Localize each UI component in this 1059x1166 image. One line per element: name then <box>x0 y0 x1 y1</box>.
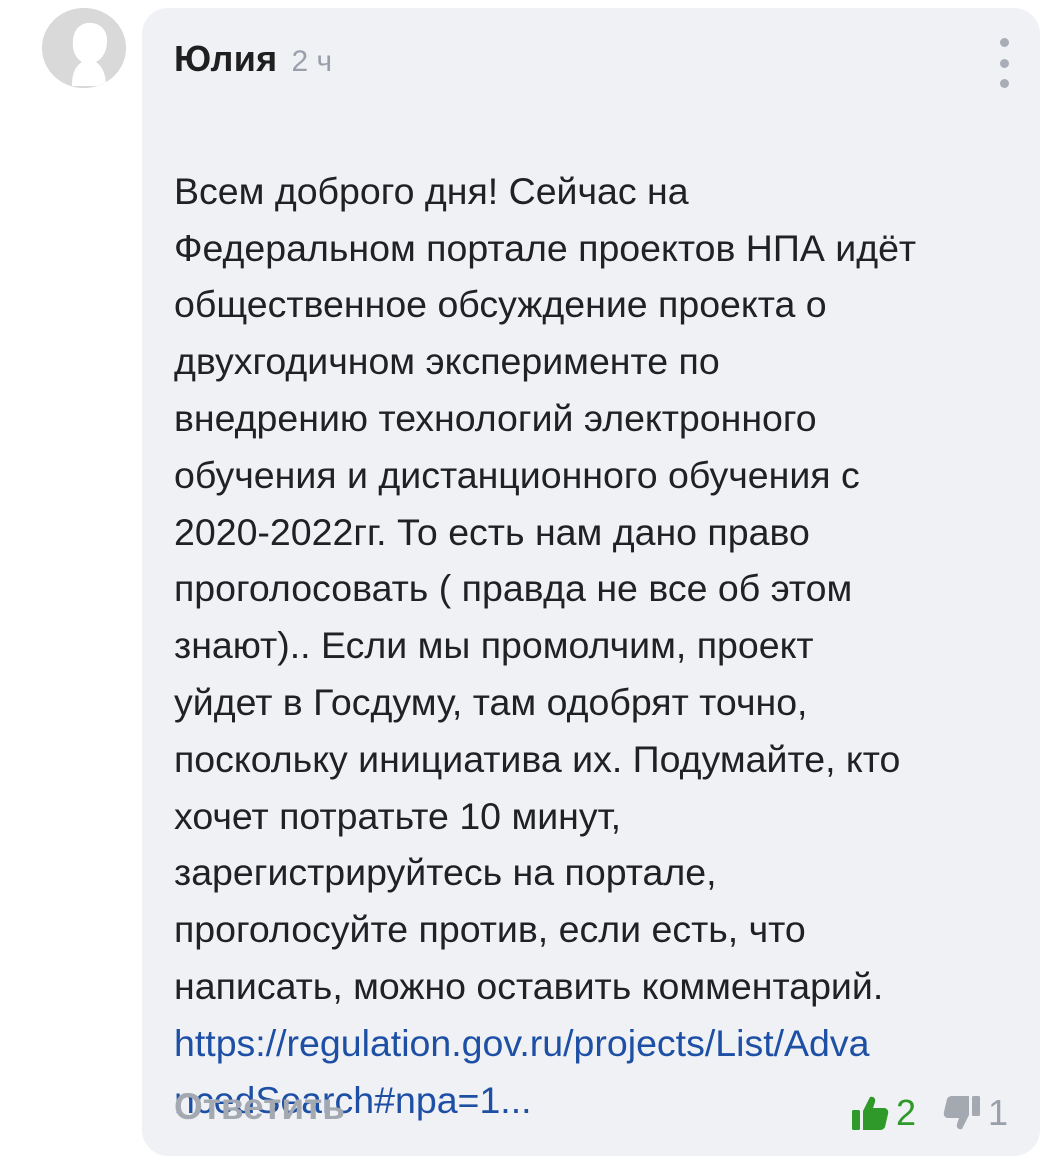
comment-header: Юлия 2 ч <box>174 38 332 82</box>
comment-bubble: Юлия 2 ч Всем доброго дня! Сейчас на Фед… <box>142 8 1040 1156</box>
user-silhouette-icon <box>42 8 126 88</box>
more-vertical-icon <box>999 38 1009 47</box>
dislike-button[interactable]: 1 <box>942 1093 1008 1133</box>
menu-dot <box>999 58 1009 68</box>
menu-dot <box>999 79 1009 88</box>
thumbs-up-icon <box>851 1096 889 1130</box>
comment: Юлия 2 ч Всем доброго дня! Сейчас на Фед… <box>0 0 1059 1166</box>
like-count: 2 <box>895 1092 916 1133</box>
more-options-button[interactable] <box>992 38 1016 88</box>
dislike-count: 1 <box>987 1092 1008 1133</box>
comment-time: 2 ч <box>291 45 333 78</box>
reactions: 2 1 <box>850 1088 1008 1138</box>
avatar[interactable] <box>42 8 126 88</box>
thumbs-down-icon <box>943 1096 980 1130</box>
like-button[interactable]: 2 <box>850 1093 916 1133</box>
author-name[interactable]: Юлия <box>174 38 277 80</box>
comment-body: Всем доброго дня! Сейчас на Федеральном … <box>174 106 1024 1166</box>
comment-text: Всем доброго дня! Сейчас на Федеральном … <box>174 169 917 1007</box>
reply-button[interactable]: Ответить <box>174 1086 345 1128</box>
